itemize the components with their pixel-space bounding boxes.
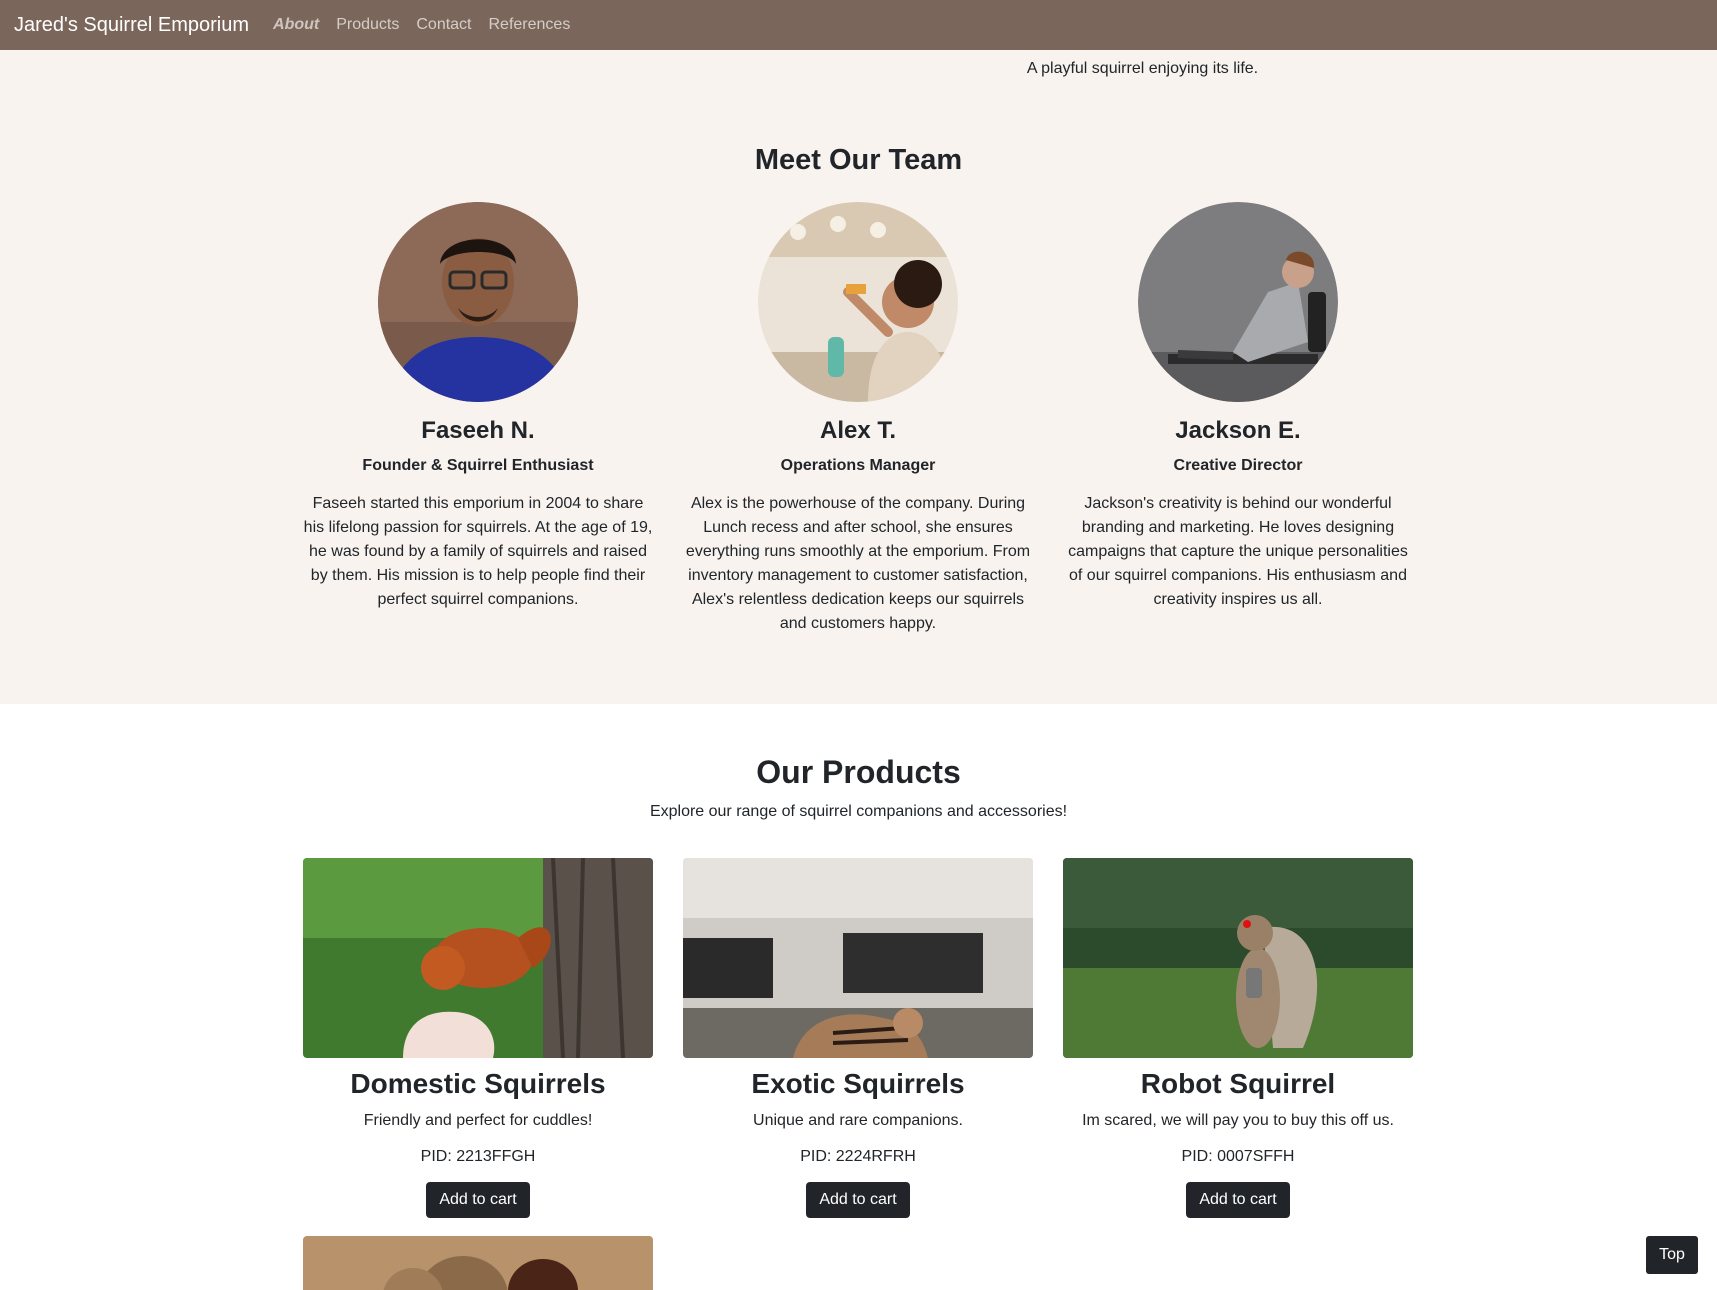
add-to-cart-button[interactable]: Add to cart	[426, 1182, 530, 1218]
team-member-alex: Alex T. Operations Manager Alex is the p…	[683, 202, 1033, 636]
product-image-robot	[1063, 858, 1413, 1058]
product-description: Unique and rare companions.	[753, 1112, 963, 1129]
member-role: Operations Manager	[780, 457, 936, 474]
back-to-top-button[interactable]: Top	[1646, 1236, 1698, 1274]
hero-caption: A playful squirrel enjoying its life.	[1026, 60, 1259, 77]
product-name: Exotic Squirrels	[751, 1068, 965, 1099]
product-card-robot: Robot Squirrel Im scared, we will pay yo…	[1063, 858, 1413, 1218]
member-bio: Faseeh started this emporium in 2004 to …	[303, 495, 653, 608]
team-member-faseeh: Faseeh N. Founder & Squirrel Enthusiast …	[303, 202, 653, 612]
nav-link-references[interactable]: References	[489, 16, 571, 34]
products-title: Our Products	[756, 754, 961, 790]
product-name: Domestic Squirrels	[350, 1068, 606, 1099]
product-pid: PID: 2224RFRH	[800, 1148, 916, 1165]
products-section: Our Products Explore our range of squirr…	[0, 704, 1717, 1290]
nav-link-about[interactable]: About	[273, 16, 319, 34]
product-card-exotic: Exotic Squirrels Unique and rare compani…	[683, 858, 1033, 1218]
navbar: Jared's Squirrel Emporium About Products…	[0, 0, 1717, 50]
products-subtitle: Explore our range of squirrel companions…	[649, 803, 1068, 820]
member-name: Jackson E.	[1175, 417, 1301, 444]
product-name: Robot Squirrel	[1140, 1068, 1336, 1099]
product-description: Im scared, we will pay you to buy this o…	[1082, 1112, 1394, 1129]
product-description: Friendly and perfect for cuddles!	[363, 1112, 593, 1129]
product-image-exotic	[683, 858, 1033, 1058]
member-role: Founder & Squirrel Enthusiast	[362, 457, 594, 474]
nav-link-products[interactable]: Products	[336, 16, 399, 34]
member-role: Creative Director	[1173, 457, 1303, 474]
member-name: Faseeh N.	[421, 417, 535, 444]
member-name: Alex T.	[819, 417, 897, 444]
nav-link-contact[interactable]: Contact	[416, 16, 471, 34]
avatar-jackson	[1138, 202, 1338, 402]
member-bio: Alex is the powerhouse of the company. D…	[685, 495, 1031, 632]
add-to-cart-button[interactable]: Add to cart	[1186, 1182, 1290, 1218]
product-pid: PID: 2213FFGH	[420, 1148, 536, 1165]
team-member-jackson: Jackson E. Creative Director Jackson's c…	[1063, 202, 1413, 612]
product-pid: PID: 0007SFFH	[1181, 1148, 1295, 1165]
product-card-domestic: Domestic Squirrels Friendly and perfect …	[303, 858, 653, 1218]
team-title: Meet Our Team	[754, 144, 963, 176]
avatar-alex	[758, 202, 958, 402]
product-image-nuts	[303, 1236, 653, 1290]
brand-link[interactable]: Jared's Squirrel Emporium	[14, 14, 249, 37]
product-image-domestic	[303, 858, 653, 1058]
avatar-faseeh	[378, 202, 578, 402]
member-bio: Jackson's creativity is behind our wonde…	[1068, 495, 1408, 608]
about-section: A playful squirrel enjoying its life. Me…	[0, 50, 1717, 704]
add-to-cart-button[interactable]: Add to cart	[806, 1182, 910, 1218]
